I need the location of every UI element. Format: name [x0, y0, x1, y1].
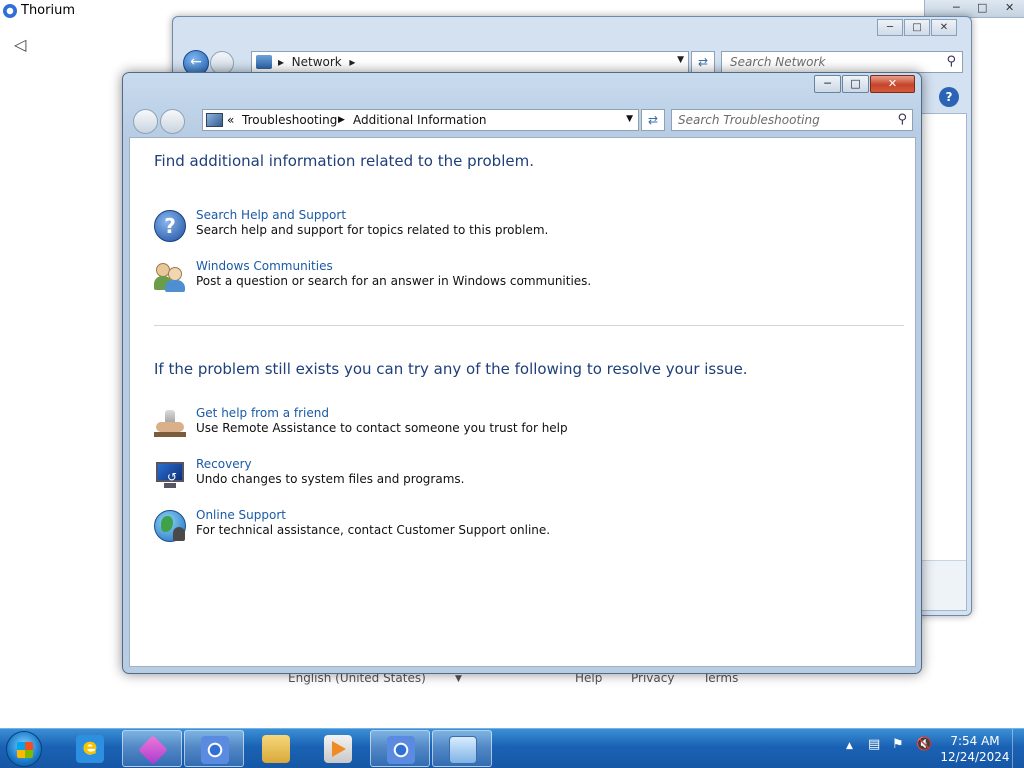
system-tray: ▲ ▤ ⚑ 🔇 [840, 737, 940, 761]
control-panel-icon [449, 736, 477, 764]
clock-date: 12/24/2024 [940, 750, 1010, 764]
browser-title: Thorium [21, 3, 75, 18]
maximize-button[interactable]: □ [842, 75, 869, 93]
network-icon [256, 55, 272, 69]
close-button[interactable]: ✕ [931, 19, 957, 36]
show-hidden-icons-icon[interactable]: ▲ [846, 741, 853, 751]
ts-content: Find additional information related to t… [129, 137, 916, 667]
breadcrumb-overflow-icon[interactable]: « [227, 113, 234, 127]
taskbar-control-panel[interactable] [432, 730, 492, 767]
start-button[interactable] [6, 731, 42, 767]
desc-windows-communities: Post a question or search for an answer … [196, 274, 592, 288]
search-icon[interactable]: ⚲ [897, 112, 907, 127]
list-item-recovery: ↺ Recovery Undo changes to system files … [154, 457, 854, 493]
close-button[interactable]: ✕ [870, 75, 915, 93]
desc-search-help: Search help and support for topics relat… [196, 223, 549, 237]
volume-muted-icon[interactable]: 🔇 [916, 737, 932, 752]
list-item-friend: Get help from a friend Use Remote Assist… [154, 406, 854, 442]
breadcrumb-additional-information[interactable]: Additional Information [353, 113, 487, 127]
ts-window-controls: ─ □ ✕ [814, 75, 915, 94]
desc-get-help-friend: Use Remote Assistance to contact someone… [196, 421, 568, 435]
action-center-flag-icon[interactable]: ⚑ [892, 737, 904, 752]
taskbar-chrome-profile[interactable] [184, 730, 244, 767]
desc-online-support: For technical assistance, contact Custom… [196, 523, 551, 537]
forward-button[interactable] [160, 109, 185, 134]
search-placeholder: Search Troubleshooting [678, 113, 820, 127]
taskbar-thorium[interactable] [370, 730, 430, 767]
heading-problem-still-exists: If the problem still exists you can try … [154, 360, 748, 378]
network-search-input[interactable]: Search Network ⚲ [721, 51, 963, 73]
minimize-icon[interactable]: ─ [953, 1, 960, 14]
minimize-button[interactable]: ─ [877, 19, 903, 36]
windows-logo-icon [17, 742, 33, 758]
control-panel-icon [206, 113, 223, 127]
link-windows-communities[interactable]: Windows Communities [196, 259, 333, 273]
internet-explorer-icon: e [76, 735, 104, 763]
link-search-help[interactable]: Search Help and Support [196, 208, 346, 222]
close-icon[interactable]: ✕ [1005, 1, 1014, 14]
media-player-icon [324, 735, 352, 763]
thorium-icon [387, 736, 415, 764]
folder-icon [262, 735, 290, 763]
recovery-icon[interactable]: ↺ [154, 459, 186, 491]
breadcrumb-separator-icon[interactable]: ▶ [338, 115, 345, 125]
refresh-button[interactable]: ⇄ [691, 51, 715, 73]
chrome-profile-icon [201, 736, 229, 764]
search-icon[interactable]: ⚲ [946, 54, 956, 69]
search-placeholder: Search Network [730, 55, 826, 69]
people-icon[interactable] [154, 261, 186, 293]
help-question-icon[interactable]: ? [154, 210, 186, 242]
ts-search-input[interactable]: Search Troubleshooting ⚲ [671, 109, 913, 131]
minimize-button[interactable]: ─ [814, 75, 841, 93]
taskbar-explorer[interactable] [246, 730, 306, 767]
desc-recovery: Undo changes to system files and program… [196, 472, 465, 486]
maximize-button[interactable]: □ [904, 19, 930, 36]
list-item-online-support: Online Support For technical assistance,… [154, 508, 854, 544]
breadcrumb-troubleshooting[interactable]: Troubleshooting [242, 113, 337, 127]
network-window-controls: ─ □ ✕ [876, 19, 957, 36]
remote-assistance-icon[interactable] [154, 408, 186, 440]
clock-time: 7:54 AM [950, 734, 1000, 748]
section-divider [154, 325, 904, 326]
troubleshooting-window: ─ □ ✕ « Troubleshooting ▶ Additional Inf… [122, 72, 922, 674]
globe-icon[interactable] [154, 510, 186, 542]
show-desktop-button[interactable] [1012, 729, 1024, 768]
browser-back-icon[interactable]: ◁ [14, 35, 26, 54]
network-address-bar[interactable]: ▸ Network ▸ ▼ [251, 51, 689, 73]
link-online-support[interactable]: Online Support [196, 508, 286, 522]
language-dropdown-icon[interactable]: ▼ [455, 674, 462, 684]
thorium-logo-icon [3, 4, 17, 18]
taskbar-app-pink[interactable] [122, 730, 182, 767]
taskbar-ie[interactable]: e [60, 730, 120, 767]
refresh-button[interactable]: ⇄ [641, 109, 665, 131]
list-item-help-support: ? Search Help and Support Search help an… [154, 208, 854, 244]
chevron-down-icon[interactable]: ▼ [626, 114, 633, 124]
breadcrumb-network[interactable]: Network [292, 55, 342, 69]
network-tray-icon[interactable]: ▤ [868, 737, 880, 752]
chevron-down-icon[interactable]: ▼ [677, 55, 684, 65]
link-get-help-friend[interactable]: Get help from a friend [196, 406, 329, 420]
list-item-communities: Windows Communities Post a question or s… [154, 259, 854, 295]
taskbar: e ▲ ▤ ⚑ 🔇 7:54 AM 12/24/2024 [0, 728, 1024, 768]
app-diamond-icon [138, 735, 168, 765]
ts-address-bar[interactable]: « Troubleshooting ▶ Additional Informati… [202, 109, 639, 131]
taskbar-media-player[interactable] [308, 730, 368, 767]
heading-find-info: Find additional information related to t… [154, 152, 534, 170]
maximize-icon[interactable]: □ [977, 1, 987, 14]
taskbar-clock[interactable]: 7:54 AM 12/24/2024 [940, 733, 1010, 765]
link-recovery[interactable]: Recovery [196, 457, 252, 471]
back-button[interactable] [133, 109, 158, 134]
help-icon[interactable]: ? [939, 87, 959, 107]
